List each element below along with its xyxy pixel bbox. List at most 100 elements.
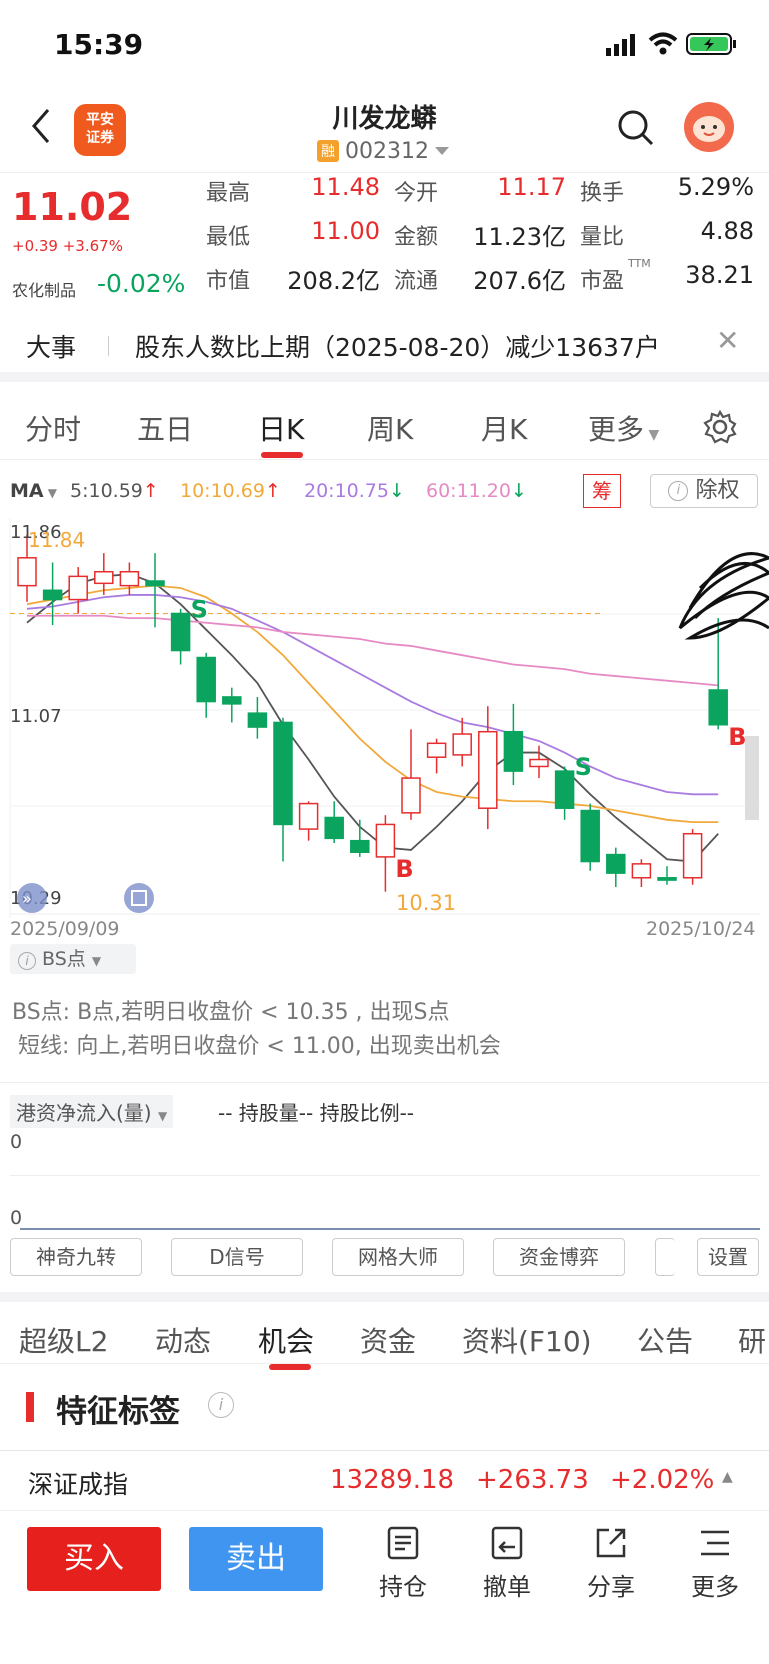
active-tab-underline — [269, 1364, 311, 1370]
candle-body — [119, 570, 140, 587]
tab-announcements[interactable]: 公告 — [637, 1320, 693, 1360]
fullscreen-icon[interactable] — [124, 883, 154, 913]
open-value: 11.17 — [497, 173, 566, 201]
bs-marker-b: B — [395, 855, 413, 883]
bs-point-selector[interactable]: i BS点 ▼ — [10, 944, 136, 974]
grid-master-button[interactable]: 网格大师 — [332, 1238, 464, 1276]
more-menu-button[interactable]: 更多 — [680, 1525, 750, 1602]
ma-indicator-row: MA ▼ 5:10.59↑ 10:10.69↑ 20:10.75↓ 60:11.… — [0, 470, 769, 514]
divider — [10, 1175, 760, 1176]
buy-button[interactable]: 买入 — [27, 1527, 161, 1591]
candle-body — [17, 557, 37, 587]
bs-marker-s: S — [575, 753, 592, 781]
tab-super-l2[interactable]: 超级L2 — [19, 1320, 108, 1360]
high-label: 最高 — [206, 181, 251, 206]
pe-value: 38.21 — [685, 261, 754, 289]
signal-icon — [606, 34, 635, 56]
ma-selector[interactable]: MA ▼ — [10, 480, 57, 502]
ma60-value: 60:11.20↓ — [426, 480, 527, 502]
tab-f10[interactable]: 资料(F10) — [462, 1320, 592, 1360]
candle-body — [247, 712, 268, 728]
margin-badge: 融 — [317, 140, 339, 162]
more-tools-button[interactable] — [655, 1238, 675, 1276]
ma5-value: 5:10.59↑ — [70, 480, 159, 502]
candle-body — [375, 823, 396, 858]
avatar[interactable] — [684, 102, 734, 152]
cancel-order-button[interactable]: 撤单 — [472, 1525, 542, 1602]
sell-button[interactable]: 卖出 — [189, 1527, 323, 1591]
bs-signal-text: BS点: B点,若明日收盘价 < 10.35 , 出现S点 — [12, 1000, 450, 1025]
index-ticker[interactable]: 深证成指 13289.18 +263.73 +2.02% ▲ — [0, 1450, 769, 1508]
kline-svg: SBSB 11.86 11.84 11.07 10.29 10.31 » — [9, 518, 769, 918]
ex-rights-button[interactable]: i 除权 — [650, 474, 758, 508]
share-button[interactable]: 分享 — [576, 1525, 646, 1602]
settings-gear-icon[interactable] — [703, 410, 737, 444]
end-date: 2025/10/24 — [646, 918, 756, 940]
wifi-icon — [648, 32, 678, 55]
tab-monthly-k[interactable]: 月K — [481, 408, 527, 448]
search-icon[interactable] — [616, 108, 656, 148]
close-icon[interactable]: ✕ — [716, 324, 739, 357]
high-annotation: 11.84 — [28, 528, 85, 552]
info-icon[interactable]: i — [208, 1392, 234, 1418]
share-icon — [596, 1528, 626, 1558]
amount-label: 金额 — [394, 225, 439, 250]
tab-news-feed[interactable]: 动态 — [155, 1320, 211, 1360]
candle-body — [503, 730, 524, 772]
magic-nine-button[interactable]: 神奇九转 — [10, 1238, 142, 1276]
candle-body — [529, 758, 549, 768]
scroll-handle[interactable] — [745, 736, 759, 820]
short-term-text: 短线: 向上,若明日收盘价 < 11.00, 出现卖出机会 — [18, 1034, 501, 1059]
divider — [108, 336, 109, 356]
volume-ratio-value: 4.88 — [700, 217, 754, 245]
stock-code-selector[interactable]: 融 002312 — [317, 138, 449, 164]
news-bar[interactable]: 大事 股东人数比上期（2025-08-20）减少13637户 ✕ — [0, 312, 769, 382]
index-name: 深证成指 — [28, 1470, 129, 1499]
start-date: 2025/09/09 — [10, 918, 120, 940]
battery-icon — [686, 33, 736, 55]
double-chevron-icon: » — [22, 889, 32, 908]
d-signal-button[interactable]: D信号 — [171, 1238, 303, 1276]
ma10-line — [26, 584, 719, 824]
section-accent — [26, 1392, 34, 1422]
kline-chart[interactable]: SBSB 11.86 11.84 11.07 10.29 10.31 » — [0, 518, 769, 918]
capital-game-button[interactable]: 资金博弈 — [493, 1238, 625, 1276]
last-price: 11.02 — [12, 185, 133, 229]
tab-intraday[interactable]: 分时 — [25, 408, 81, 448]
chip-distribution-button[interactable]: 筹 — [583, 474, 621, 508]
candle-body — [68, 575, 88, 601]
positions-button[interactable]: 持仓 — [368, 1525, 438, 1602]
hk-holding-summary: -- 持股量-- 持股比例-- — [218, 1101, 415, 1125]
chart-period-tabs: 分时 五日 日K 周K 月K 更多 ▼ — [0, 390, 769, 460]
index-value: 13289.18 — [330, 1465, 455, 1495]
candle-body — [350, 839, 370, 854]
tab-weekly-k[interactable]: 周K — [367, 408, 413, 448]
tab-five-day[interactable]: 五日 — [137, 408, 193, 448]
caret-up-icon[interactable]: ▲ — [722, 1469, 733, 1485]
undo-order-icon — [491, 1526, 523, 1560]
active-tab-underline — [261, 452, 303, 458]
candle-body — [145, 580, 165, 587]
tab-daily-k[interactable]: 日K — [258, 408, 304, 448]
y-label-mid: 11.07 — [10, 706, 62, 727]
tab-more[interactable]: 更多 ▼ — [588, 408, 659, 448]
stock-header: 平安证券 川发龙蟒 融 002312 — [0, 90, 769, 170]
info-tabs: 超级L2 动态 机会 资金 资料(F10) 公告 研 — [0, 1292, 769, 1370]
tab-funds[interactable]: 资金 — [360, 1320, 416, 1360]
hk-axis-bottom: 0 — [10, 1207, 23, 1229]
index-change: +263.73 — [476, 1465, 589, 1495]
candle-body — [452, 733, 472, 756]
bottom-action-bar: 买入 卖出 持仓 撤单 分享 更多 — [0, 1510, 769, 1664]
caret-down-icon — [434, 147, 449, 155]
tab-research[interactable]: 研 — [738, 1320, 766, 1360]
status-time: 15:39 — [54, 28, 144, 61]
tab-opportunity[interactable]: 机会 — [258, 1320, 314, 1360]
tools-settings-button[interactable]: 设置 — [697, 1238, 759, 1276]
sector-name[interactable]: 农化制品 — [12, 277, 76, 301]
candle-body — [580, 809, 600, 863]
bs-marker-s: S — [191, 595, 208, 623]
document-list-icon — [387, 1526, 419, 1560]
pe-label: 市盈 — [580, 269, 625, 294]
hk-flow-selector[interactable]: 港资净流入(量) ▼ — [10, 1095, 174, 1128]
bs-marker-b: B — [728, 723, 746, 751]
